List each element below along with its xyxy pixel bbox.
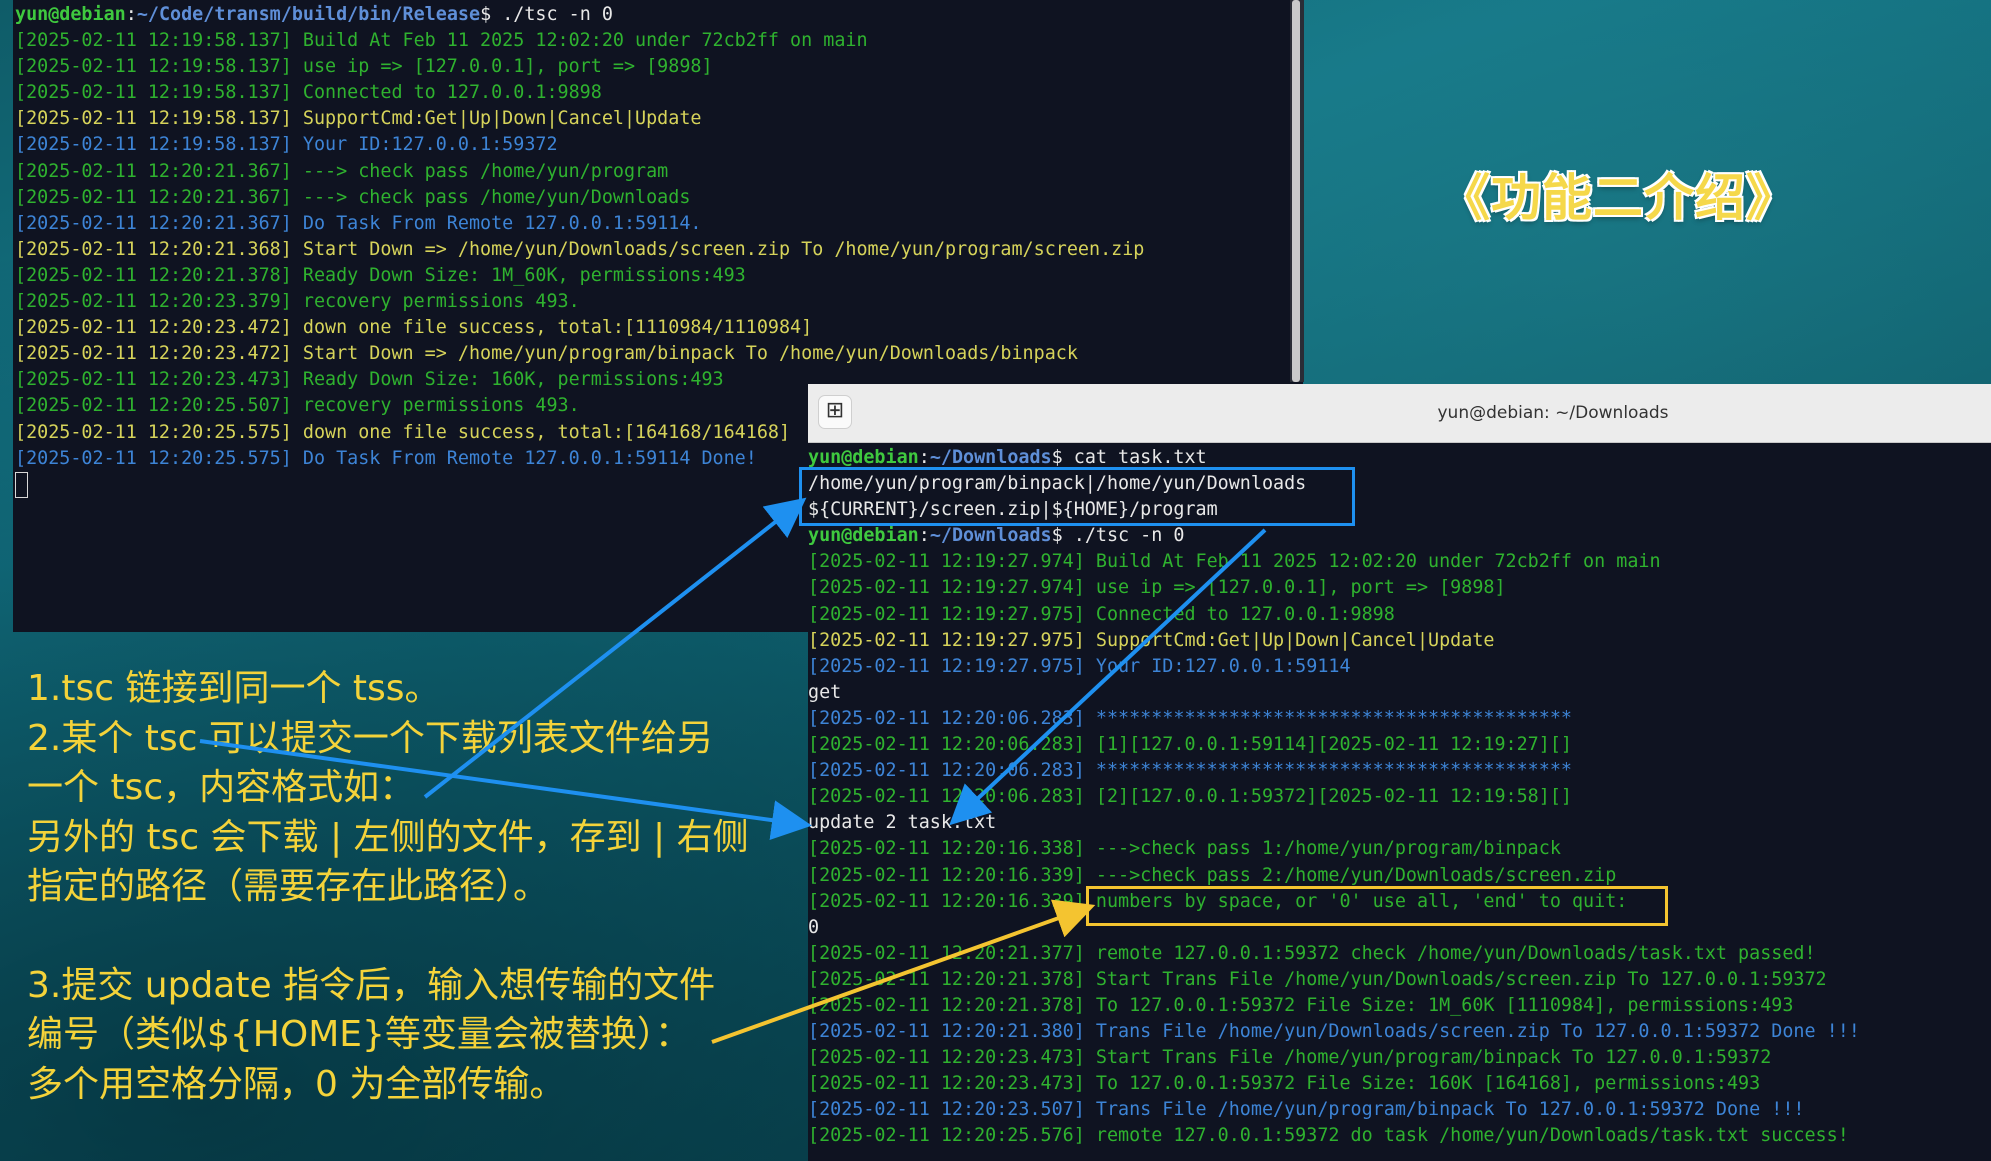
arrow-to-prompt <box>711 899 1096 1044</box>
arrow-to-update-line <box>199 739 812 840</box>
arrow-to-file-content <box>423 497 807 799</box>
annotation-arrows <box>199 497 1267 1044</box>
arrow-file-to-update <box>949 528 1267 826</box>
